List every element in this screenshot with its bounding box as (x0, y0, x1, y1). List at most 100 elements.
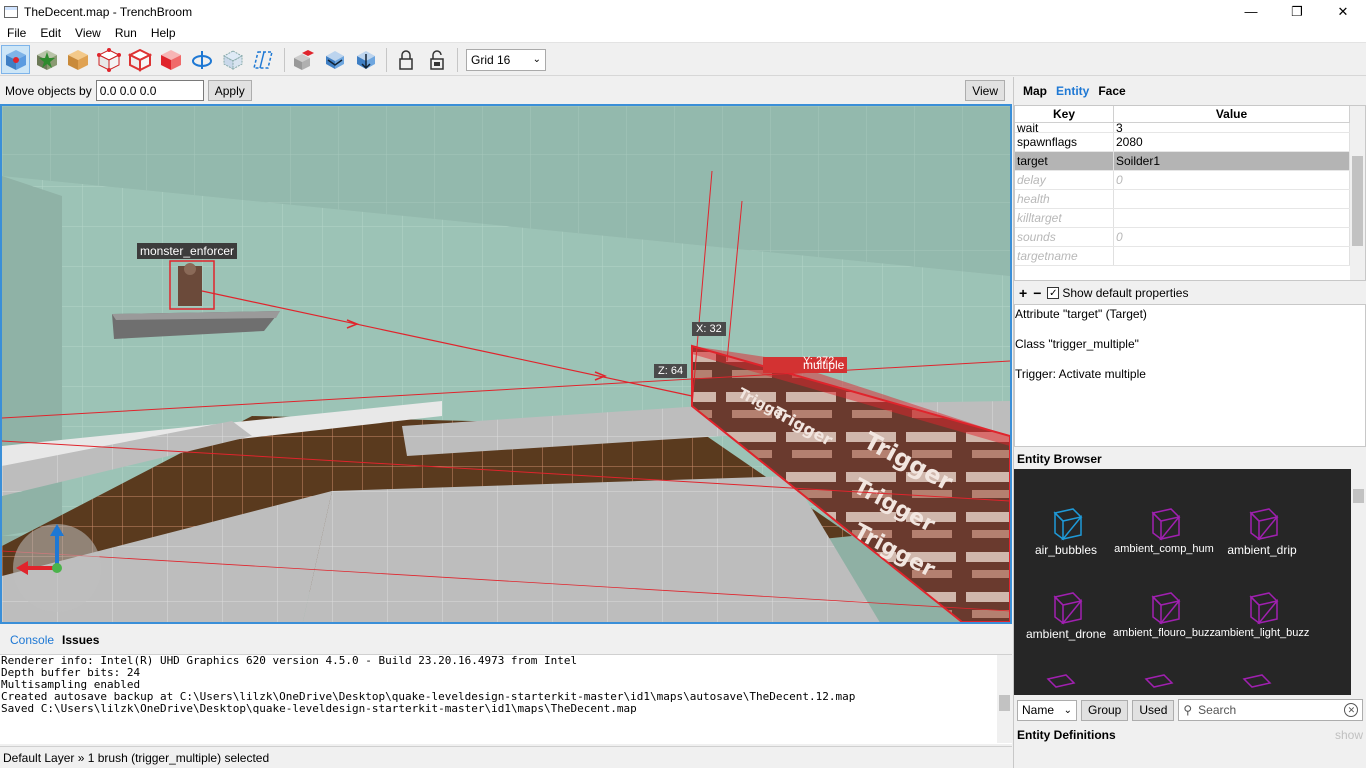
remove-property-button[interactable]: − (1033, 285, 1041, 301)
entity-search-input[interactable]: ⚲ Search ✕ (1178, 699, 1364, 721)
entity-item-label: ambient_comp_hum (1114, 543, 1214, 555)
property-key: delay (1015, 171, 1114, 189)
inspector-tabs: Map Entity Face (1014, 77, 1366, 104)
cube-icon (1151, 592, 1181, 625)
rotate-icon (191, 50, 212, 69)
entity-item-ambient-drone[interactable]: ambient_drone (1014, 587, 1121, 641)
brush-tool-button[interactable] (63, 45, 92, 74)
clip-icon (222, 49, 243, 70)
table-row[interactable]: health (1015, 190, 1365, 209)
close-icon[interactable]: ✕ (1320, 0, 1366, 23)
table-row-selected[interactable]: target Soilder1 (1015, 152, 1365, 171)
table-row[interactable]: targetname (1015, 247, 1365, 266)
move-offset-input[interactable] (95, 80, 204, 101)
used-button[interactable]: Used (1132, 699, 1175, 721)
table-row[interactable]: killtarget (1015, 209, 1365, 228)
tab-issues[interactable]: Issues (62, 633, 99, 647)
console-scroll-thumb[interactable] (999, 695, 1010, 711)
entity-item-ambient-flouro-buzz[interactable]: ambient_flouro_buzz (1109, 587, 1219, 639)
entity-item-ambient-drip[interactable]: ambient_drip (1207, 503, 1317, 557)
inspector-panel: Map Entity Face Key Value wait 3 spawnfl… (1013, 77, 1366, 768)
unlock-button[interactable] (422, 45, 451, 74)
tab-entity[interactable]: Entity (1056, 84, 1089, 98)
brush-cube-icon (67, 49, 88, 70)
minimize-icon[interactable]: — (1228, 0, 1274, 23)
property-value[interactable] (1114, 209, 1350, 227)
entity-browser-scroll-thumb[interactable] (1353, 489, 1364, 503)
properties-scrollbar[interactable] (1350, 106, 1365, 280)
menu-help[interactable]: Help (144, 26, 183, 40)
table-row[interactable]: delay 0 (1015, 171, 1365, 190)
dimension-z-label: Z: 64 (654, 364, 688, 378)
menu-view[interactable]: View (68, 26, 108, 40)
shear-tool-button[interactable] (249, 45, 278, 74)
rotate-tool-button[interactable] (187, 45, 216, 74)
attribute-documentation: Attribute "target" (Target) Class "trigg… (1014, 304, 1366, 447)
cube-icon (1053, 592, 1083, 625)
entity-tool-button[interactable] (32, 45, 61, 74)
tab-console[interactable]: Console (10, 633, 54, 647)
flip-vertical-icon (356, 50, 375, 69)
duplicate-button[interactable] (289, 45, 318, 74)
show-default-checkbox[interactable]: ✓ (1047, 287, 1060, 299)
property-key: wait (1015, 123, 1114, 132)
property-key: killtarget (1015, 209, 1114, 227)
properties-header: Key Value (1015, 106, 1365, 123)
table-row[interactable]: wait 3 (1015, 123, 1365, 133)
entity-item-air-bubbles[interactable]: air_bubbles (1014, 503, 1121, 557)
add-property-button[interactable]: + (1019, 285, 1027, 301)
entity-definitions-header[interactable]: Entity Definitions show (1014, 725, 1366, 745)
console-output[interactable]: Renderer info: Intel(R) UHD Graphics 620… (0, 654, 1012, 744)
table-row[interactable]: sounds 0 (1015, 228, 1365, 247)
entity-properties-table: Key Value wait 3 spawnflags 2080 target … (1014, 105, 1366, 281)
grid-size-select[interactable]: Grid 16 ⌄ (466, 48, 546, 71)
menu-run[interactable]: Run (108, 26, 144, 40)
property-value[interactable]: 3 (1114, 123, 1350, 132)
lock-button[interactable] (391, 45, 420, 74)
property-value[interactable]: 0 (1114, 171, 1350, 189)
apply-button[interactable]: Apply (207, 80, 252, 101)
move-objects-label: Move objects by (5, 83, 92, 98)
sort-select[interactable]: Name ⌄ (1017, 699, 1077, 721)
value-column-header[interactable]: Value (1114, 106, 1350, 122)
entity-browser-controls: Name ⌄ Group Used ⚲ Search ✕ (1014, 698, 1366, 722)
grid-size-value: Grid 16 (471, 52, 511, 67)
entity-definitions-show[interactable]: show (1335, 728, 1363, 742)
property-value[interactable]: Soilder1 (1114, 152, 1350, 170)
property-value[interactable]: 0 (1114, 228, 1350, 246)
property-value[interactable] (1114, 247, 1350, 265)
select-cube-icon (5, 49, 26, 70)
flip-vertical-button[interactable] (351, 45, 380, 74)
property-value[interactable]: 2080 (1114, 133, 1350, 151)
tab-map[interactable]: Map (1023, 84, 1047, 98)
table-row[interactable]: spawnflags 2080 (1015, 133, 1365, 152)
tab-face[interactable]: Face (1098, 84, 1125, 98)
property-value[interactable] (1114, 190, 1350, 208)
maximize-icon[interactable]: ❐ (1274, 0, 1320, 23)
flip-horizontal-icon (325, 50, 344, 69)
3d-viewport[interactable]: Trigger Trigger Trigger Trigger Trigger … (0, 104, 1012, 624)
console-scrollbar[interactable] (997, 655, 1012, 743)
toolbar-separator (284, 47, 285, 72)
entity-item-ambient-light-buzz[interactable]: ambient_light_buzz (1207, 587, 1317, 639)
menu-edit[interactable]: Edit (33, 26, 68, 40)
face-tool-button[interactable] (156, 45, 185, 74)
entity-definitions-title: Entity Definitions (1017, 728, 1116, 742)
group-button[interactable]: Group (1081, 699, 1129, 721)
vertex-tool-button[interactable] (94, 45, 123, 74)
window-title: TheDecent.map - TrenchBroom (24, 4, 193, 19)
flip-horizontal-button[interactable] (320, 45, 349, 74)
select-tool-button[interactable] (1, 45, 30, 74)
key-column-header[interactable]: Key (1015, 106, 1114, 122)
entity-item-ambient-comp-hum[interactable]: ambient_comp_hum (1109, 503, 1219, 555)
properties-footer: + − ✓ Show default properties (1014, 283, 1366, 303)
entity-browser-scrollbar[interactable] (1351, 469, 1366, 695)
clear-search-icon[interactable]: ✕ (1344, 703, 1359, 717)
clip-tool-button[interactable] (218, 45, 247, 74)
menu-file[interactable]: File (0, 26, 33, 40)
edge-tool-button[interactable] (125, 45, 154, 74)
entity-browser-grid[interactable]: air_bubbles ambient_comp_hum ambient_dri… (1014, 469, 1366, 695)
view-button[interactable]: View (965, 80, 1005, 101)
doc-class: Class "trigger_multiple" (1015, 337, 1139, 351)
properties-scroll-thumb[interactable] (1352, 156, 1363, 246)
